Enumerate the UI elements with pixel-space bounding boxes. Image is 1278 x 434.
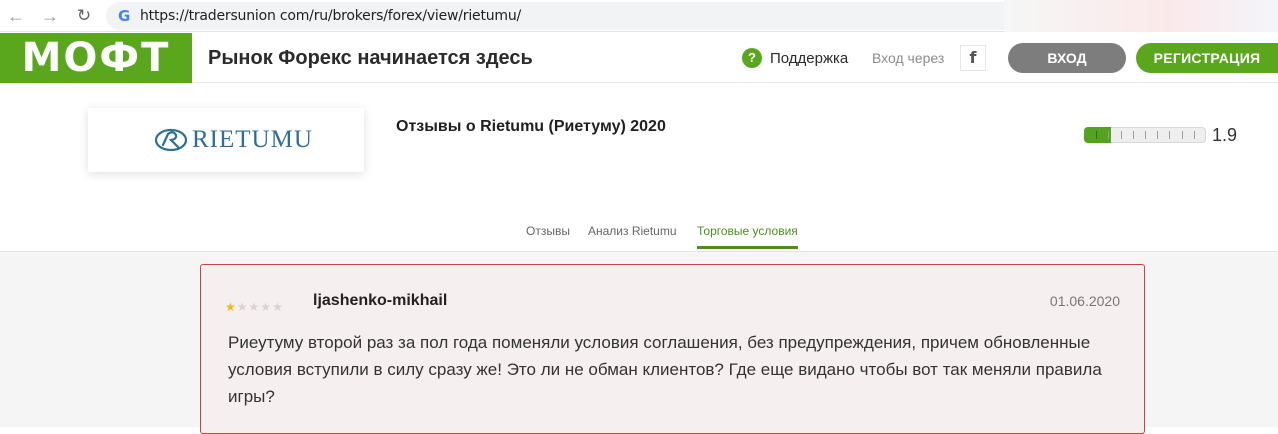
register-button[interactable]: РЕГИСТРАЦИЯ (1136, 43, 1278, 73)
arrow-left-icon[interactable]: ← (6, 6, 26, 26)
address-bar[interactable]: G https://tradersunion com/ru/brokers/fo… (106, 2, 1004, 30)
star-icon: ★ (260, 300, 272, 314)
site-tagline: Рынок Форекс начинается здесь (208, 47, 533, 69)
page-title: Отзывы о Rietumu (Риетуму) 2020 (396, 118, 666, 135)
star-icon: ★ (236, 300, 248, 314)
review-date: 01.06.2020 (1049, 293, 1120, 309)
login-button[interactable]: ВХОД (1008, 43, 1126, 73)
tab-trading-conditions[interactable]: Торговые условия (697, 224, 798, 249)
site-logo[interactable]: МОФТ (0, 33, 192, 83)
review-text: Риеутуму второй раз за пол года поменяли… (228, 333, 1102, 406)
rating-bar-ticks (1096, 131, 1195, 139)
star-icon: ★ (225, 300, 236, 314)
star-icon: ★ (272, 300, 283, 314)
broker-tabs: Отзывы Анализ Rietumu Торговые условия (0, 220, 1278, 252)
star-icon: ★ (248, 300, 260, 314)
support-link[interactable]: ? Поддержка (742, 47, 848, 69)
browser-toolbar: ← → ↻ G https://tradersunion com/ru/brok… (0, 0, 1278, 32)
login-via-label: Вход через (872, 50, 945, 66)
rietumu-logo-icon (154, 128, 188, 152)
support-label: Поддержка (770, 49, 849, 67)
review-author[interactable]: ljashenko-mikhail (313, 292, 447, 310)
browser-extension-area (1004, 0, 1278, 32)
review-card: ★ ★ ★ ★ ★ ljashenko-mikhail 01.06.2020 Риеут… (200, 264, 1145, 434)
facebook-login-button[interactable]: f (960, 45, 986, 71)
review-stars: ★ ★ ★ ★ ★ (225, 301, 284, 313)
broker-logo-text: RIETUMU (192, 126, 313, 153)
tab-analysis[interactable]: Анализ Rietumu (588, 224, 677, 246)
support-chat-icon: ? (742, 48, 762, 68)
url-text[interactable]: https://tradersunion com/ru/brokers/fore… (140, 8, 521, 24)
site-header: МОФТ Рынок Форекс начинается здесь ? Под… (0, 33, 1278, 83)
google-icon: G (118, 7, 131, 25)
tab-reviews[interactable]: Отзывы (526, 224, 570, 246)
rating-bar (1084, 127, 1206, 143)
broker-logo: RIETUMU (154, 126, 313, 154)
arrow-right-icon[interactable]: → (40, 6, 60, 26)
broker-logo-card: RIETUMU (88, 108, 364, 172)
rating-value: 1.9 (1212, 125, 1238, 145)
reload-icon[interactable]: ↻ (74, 6, 94, 26)
